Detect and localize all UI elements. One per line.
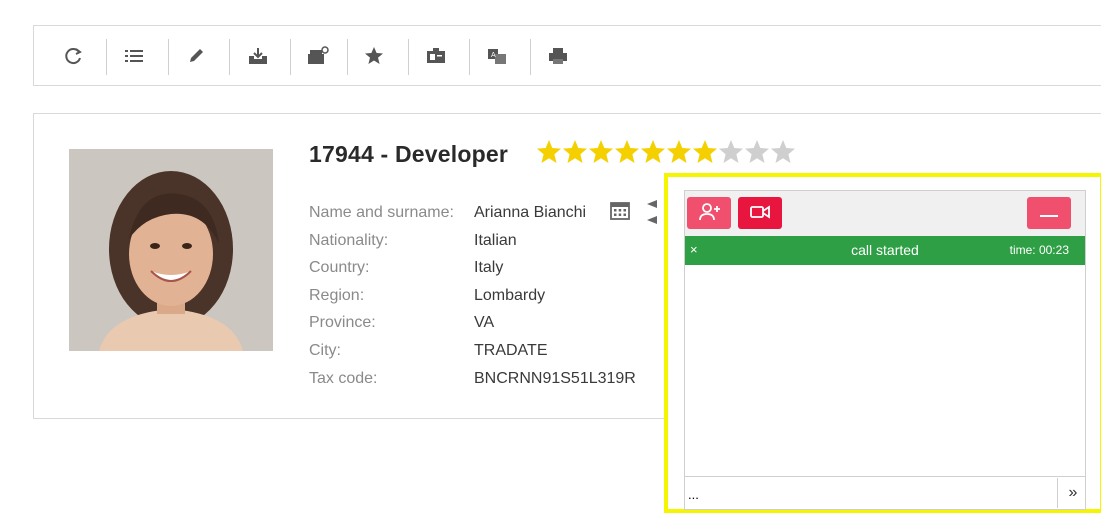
pencil-icon[interactable] <box>178 38 214 74</box>
video-camera-icon <box>749 204 771 223</box>
field-label-country: Country: <box>309 259 370 276</box>
call-header <box>685 191 1085 236</box>
field-label-region: Region: <box>309 287 365 304</box>
id-card-icon[interactable] <box>418 38 454 74</box>
calendar-icon[interactable] <box>609 199 631 226</box>
field-value-country: Italy <box>474 259 504 276</box>
field-label-province: Province: <box>309 314 376 331</box>
star-empty-icon[interactable] <box>770 138 796 166</box>
call-panel: × call started time: 00:23 » <box>684 190 1086 510</box>
field-label-nationality: Nationality: <box>309 232 389 249</box>
print-icon[interactable] <box>540 38 576 74</box>
star-filled-icon[interactable] <box>536 138 562 166</box>
rating-stars[interactable] <box>536 138 796 166</box>
add-user-icon <box>698 202 720 225</box>
field-value-province: VA <box>474 314 495 331</box>
minimize-icon <box>1040 206 1058 221</box>
download-tray-icon[interactable] <box>240 38 276 74</box>
refresh-icon[interactable] <box>56 38 92 74</box>
star-filled-icon[interactable] <box>588 138 614 166</box>
field-value-name: Arianna Bianchi <box>474 204 587 221</box>
star-filled-icon[interactable] <box>666 138 692 166</box>
call-status-bar: × call started time: 00:23 <box>685 236 1085 265</box>
translate-icon[interactable]: A <box>479 38 515 74</box>
list-icon[interactable] <box>116 38 152 74</box>
star-empty-icon[interactable] <box>744 138 770 166</box>
settings-drawer-icon[interactable] <box>300 38 336 74</box>
star-icon[interactable] <box>356 38 392 74</box>
field-value-nationality: Italian <box>474 232 517 249</box>
call-timer: time: 00:23 <box>1009 243 1069 257</box>
profile-photo <box>69 149 273 351</box>
star-filled-icon[interactable] <box>640 138 666 166</box>
video-call-button[interactable] <box>738 197 782 229</box>
star-filled-icon[interactable] <box>692 138 718 166</box>
send-button[interactable]: » <box>1057 478 1088 508</box>
page-title: 17944 - Developer <box>309 141 509 167</box>
field-label-tax-code: Tax code: <box>309 370 378 387</box>
field-value-region: Lombardy <box>474 287 546 304</box>
field-value-tax-code: BNCRNN91S51L319R <box>474 370 636 387</box>
star-empty-icon[interactable] <box>718 138 744 166</box>
chat-input[interactable] <box>686 480 1050 508</box>
toolbar: A <box>33 25 1101 86</box>
star-filled-icon[interactable] <box>614 138 640 166</box>
field-label-city: City: <box>309 342 341 359</box>
svg-text:A: A <box>491 52 496 59</box>
field-label-name: Name and surname: <box>309 204 454 221</box>
minimize-button[interactable] <box>1027 197 1071 229</box>
star-filled-icon[interactable] <box>562 138 588 166</box>
field-value-city: TRADATE <box>474 342 548 359</box>
add-participant-button[interactable] <box>687 197 731 229</box>
